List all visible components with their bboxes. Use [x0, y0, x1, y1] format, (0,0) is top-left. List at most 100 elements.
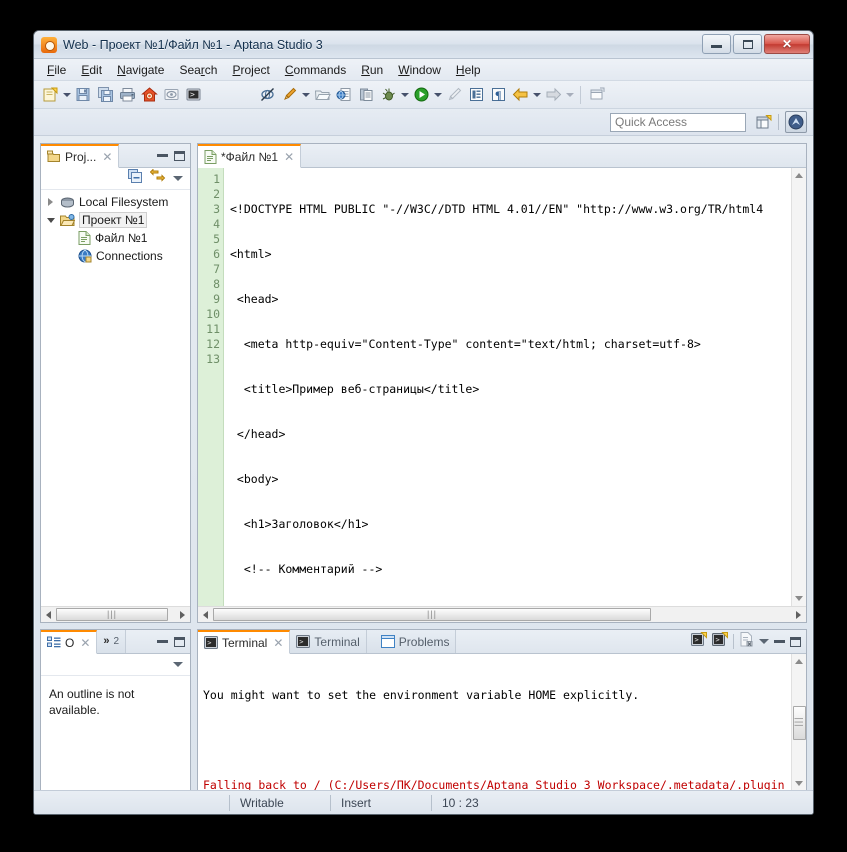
scroll-left-button[interactable] [198, 607, 213, 622]
window-title: Web - Проект №1/Файл №1 - Aptana Studio … [63, 37, 323, 52]
preview-icon[interactable] [160, 84, 182, 106]
menu-help[interactable]: Help [449, 61, 488, 79]
console-line: You might want to set the environment va… [203, 688, 640, 702]
tab-terminal-2[interactable]: > Terminal [290, 630, 367, 653]
scroll-up-button[interactable] [792, 654, 807, 669]
web-page-icon[interactable] [333, 84, 355, 106]
line-number: 4 [213, 217, 220, 231]
tree-item-file[interactable]: Файл №1 [41, 229, 190, 247]
menu-navigate[interactable]: Navigate [110, 61, 171, 79]
editor-vscrollbar[interactable] [791, 168, 806, 606]
view-menu-icon[interactable] [759, 639, 769, 644]
console-body[interactable]: You might want to set the environment va… [198, 654, 806, 791]
debug-dropdown-arrow[interactable] [399, 84, 410, 106]
open-perspective-icon[interactable] [754, 112, 774, 132]
pencil-icon[interactable] [443, 84, 465, 106]
minimize-view-icon[interactable] [774, 640, 785, 643]
no-link-icon[interactable] [256, 84, 278, 106]
line-number-gutter: 1 2 3 4 5 6 7 8 9 10 11 12 13 [198, 168, 224, 606]
forward-arrow-icon[interactable] [542, 84, 564, 106]
quick-access-input[interactable]: Quick Access [610, 112, 746, 132]
tab-terminal-1[interactable]: > Terminal ✕ [198, 630, 291, 654]
view-menu-icon[interactable] [173, 662, 183, 667]
svg-text:¶: ¶ [495, 88, 501, 102]
web-perspective-button[interactable] [785, 111, 807, 133]
tree-item-project[interactable]: Проект №1 [41, 211, 190, 229]
pilcrow-icon[interactable]: ¶ [487, 84, 509, 106]
aptana-gear-icon [41, 36, 57, 53]
maximize-view-icon[interactable] [790, 636, 801, 647]
minimize-view-icon[interactable] [157, 154, 168, 157]
tree-item-connections[interactable]: Connections [41, 247, 190, 265]
new-file-icon[interactable] [39, 84, 61, 106]
menu-edit[interactable]: Edit [74, 61, 109, 79]
close-tab-icon[interactable]: ✕ [273, 636, 283, 650]
menu-search[interactable]: Search [172, 61, 224, 79]
editor-hscrollbar[interactable]: ||| [198, 606, 806, 622]
scroll-thumb[interactable]: ||| [792, 705, 806, 740]
project-explorer-hscrollbar[interactable]: ||| [41, 606, 190, 622]
tab-project-explorer[interactable]: Proj... ✕ [41, 144, 120, 168]
close-tab-icon[interactable]: ✕ [102, 150, 112, 164]
print-icon[interactable] [116, 84, 138, 106]
close-button[interactable]: ✕ [764, 34, 810, 54]
collapse-all-icon[interactable] [128, 168, 143, 189]
link-with-editor-icon[interactable] [149, 167, 166, 189]
snippets-icon[interactable] [355, 84, 377, 106]
new-terminal-icon[interactable]: > [691, 631, 707, 652]
tab-file-editor[interactable]: *Файл №1 ✕ [198, 144, 302, 168]
collapse-arrow-icon[interactable] [45, 217, 56, 223]
expand-arrow-icon[interactable] [45, 198, 56, 206]
scroll-right-button[interactable] [791, 607, 806, 622]
validation-icon[interactable] [278, 84, 300, 106]
close-tab-icon[interactable]: ✕ [80, 636, 90, 650]
scroll-down-button[interactable] [792, 591, 807, 606]
scroll-thumb[interactable]: ||| [56, 608, 168, 621]
run-icon[interactable] [410, 84, 432, 106]
minimize-view-icon[interactable] [157, 640, 168, 643]
view-menu-icon[interactable] [173, 176, 183, 181]
validation-dropdown-arrow[interactable] [300, 84, 311, 106]
tab-problems[interactable]: Problems [366, 630, 457, 653]
close-tab-icon[interactable]: ✕ [284, 150, 294, 164]
run-dropdown-arrow[interactable] [432, 84, 443, 106]
terminal-icon[interactable]: > [182, 84, 204, 106]
menu-bar: FFileile Edit Navigate Search Project Co… [34, 59, 813, 81]
line-number: 5 [213, 232, 220, 246]
maximize-button[interactable] [733, 34, 762, 54]
menu-commands[interactable]: Commands [278, 61, 353, 79]
tree-item-local-filesystem[interactable]: Local Filesystem [41, 193, 190, 211]
maximize-view-icon[interactable] [174, 636, 185, 647]
save-all-icon[interactable] [94, 84, 116, 106]
tab-outline[interactable]: O ✕ [41, 630, 98, 654]
open-folder-icon[interactable] [311, 84, 333, 106]
minimize-button[interactable] [702, 34, 731, 54]
console-vscrollbar[interactable]: ||| [791, 654, 806, 791]
scroll-left-button[interactable] [41, 607, 56, 622]
debug-icon[interactable] [377, 84, 399, 106]
line-number: 8 [213, 277, 220, 291]
new-window-icon[interactable] [586, 84, 608, 106]
code-area[interactable]: <!DOCTYPE HTML PUBLIC "-//W3C//DTD HTML … [224, 168, 791, 606]
editor-body[interactable]: 1 2 3 4 5 6 7 8 9 10 11 12 13 <!DOCTYPE … [198, 168, 806, 606]
menu-file[interactable]: FFileile [40, 61, 73, 79]
menu-window[interactable]: Window [391, 61, 448, 79]
menu-run[interactable]: Run [354, 61, 390, 79]
scroll-up-button[interactable] [792, 168, 807, 183]
back-arrow-icon[interactable] [509, 84, 531, 106]
svg-text:>: > [695, 636, 699, 644]
save-icon[interactable] [72, 84, 94, 106]
maximize-view-icon[interactable] [174, 150, 185, 161]
home-icon[interactable] [138, 84, 160, 106]
clear-console-icon[interactable] [739, 631, 754, 652]
scroll-down-button[interactable] [792, 776, 807, 791]
menu-project[interactable]: Project [225, 61, 276, 79]
back-dropdown-arrow[interactable] [531, 84, 542, 106]
scroll-right-button[interactable] [175, 607, 190, 622]
new-dropdown-arrow[interactable] [61, 84, 72, 106]
scroll-thumb[interactable]: ||| [213, 608, 651, 621]
open-terminal-icon[interactable]: > [712, 631, 728, 652]
outline-toggle-icon[interactable] [465, 84, 487, 106]
forward-dropdown-arrow[interactable] [564, 84, 575, 106]
tab-stacked-views[interactable]: » 2 [97, 630, 127, 653]
